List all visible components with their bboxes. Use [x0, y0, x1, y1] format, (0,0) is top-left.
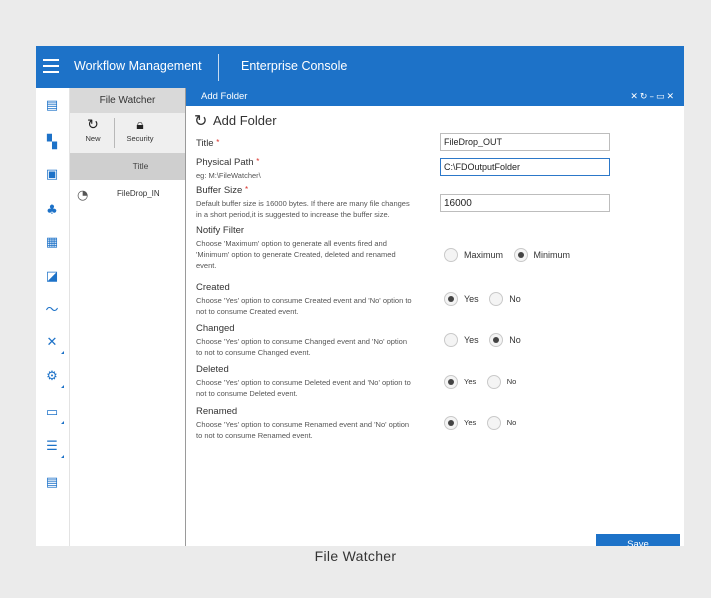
created-yes-radio[interactable]: Yes	[444, 292, 479, 306]
title-divider	[218, 54, 219, 81]
hamburger-menu-icon[interactable]	[43, 59, 59, 73]
inbox-icon[interactable]: ▭	[45, 406, 64, 424]
notify-filter-label: Notify Filter	[196, 225, 245, 236]
title-label: Title *	[196, 138, 220, 149]
form-title: Add Folder	[213, 113, 277, 128]
new-folder-icon: ↻	[87, 117, 99, 133]
file-watcher-panel: File Watcher ↻ New 🔒︎ Security Title ◔ F…	[70, 88, 186, 546]
add-folder-form: ↻ Add Folder Title * Physical Path * eg:…	[186, 106, 684, 546]
notify-maximum-radio[interactable]: Maximum	[444, 248, 503, 262]
notify-filter-hint: Choose 'Maximum' option to generate all …	[196, 239, 396, 270]
list-icon[interactable]: ▤	[45, 99, 59, 113]
pin-icon[interactable]: ✕	[630, 92, 640, 102]
sitemap-icon[interactable]: ♣	[45, 204, 59, 218]
lock-icon: 🔒︎	[136, 117, 144, 133]
add-folder-panel-title: Add Folder	[201, 91, 248, 102]
add-folder-icon: ↻	[194, 111, 208, 130]
created-hint: Choose 'Yes' option to consume Created e…	[196, 296, 412, 316]
created-no-radio[interactable]: No	[489, 292, 521, 306]
security-label: Security	[126, 134, 154, 143]
list-item[interactable]: ◔ FileDrop_IN	[70, 180, 185, 208]
buffer-size-label: Buffer Size *	[196, 185, 249, 196]
deleted-yes-radio[interactable]: Yes	[444, 375, 476, 389]
maximize-icon[interactable]: ▭	[656, 92, 667, 102]
renamed-yes-radio[interactable]: Yes	[444, 416, 476, 430]
save-button[interactable]: Save	[596, 534, 680, 546]
created-label: Created	[196, 282, 230, 293]
close-icon[interactable]: ✕	[666, 92, 676, 102]
list-item-title: FileDrop_IN	[117, 189, 160, 198]
add-folder-panel-header: Add Folder ✕↻–▭✕	[186, 88, 684, 106]
top-bar: Workflow Management Enterprise Console	[36, 46, 684, 88]
deleted-radio-group: Yes No	[444, 375, 524, 389]
file-watcher-toolbar: ↻ New 🔒︎ Security	[70, 113, 185, 153]
monitor-icon[interactable]: ▣	[45, 168, 59, 182]
title-input[interactable]	[440, 133, 610, 151]
app-window: Workflow Management Enterprise Console ▤…	[36, 46, 684, 546]
deleted-label: Deleted	[196, 364, 229, 375]
renamed-radio-group: Yes No	[444, 416, 524, 430]
changed-yes-radio[interactable]: Yes	[444, 333, 479, 347]
dashboard-icon[interactable]: ▚	[45, 136, 59, 150]
renamed-no-radio[interactable]: No	[486, 416, 516, 430]
figure-caption: File Watcher	[314, 548, 397, 564]
folder-watch-icon: ◔	[77, 188, 89, 203]
file-watcher-heading: File Watcher	[70, 88, 185, 113]
document-icon[interactable]: ▤	[45, 476, 59, 490]
toolbar-divider	[114, 118, 115, 148]
left-nav-rail: ▤ ▚ ▣ ♣ ▦ ◪ 〜 ✕ ⚙ ▭ ☰ ▤	[36, 88, 70, 546]
trend-icon[interactable]: 〜	[45, 304, 59, 318]
buffer-size-input[interactable]	[440, 194, 610, 212]
changed-radio-group: Yes No	[444, 333, 529, 347]
buffer-size-hint: Default buffer size is 16000 bytes. If t…	[196, 199, 410, 219]
notify-filter-radio-group: Maximum Minimum	[444, 248, 578, 262]
deleted-no-radio[interactable]: No	[486, 375, 516, 389]
console-title[interactable]: Enterprise Console	[241, 59, 347, 73]
renamed-hint: Choose 'Yes' option to consume Renamed e…	[196, 420, 410, 440]
window-controls: ✕↻–▭✕	[630, 88, 676, 106]
security-button[interactable]: 🔒︎ Security	[120, 117, 160, 143]
changed-label: Changed	[196, 323, 235, 334]
calendar-icon[interactable]: ▦	[45, 236, 59, 250]
refresh-icon[interactable]: ↻	[640, 92, 650, 102]
physical-path-example: eg: M:\FileWatcher\	[196, 171, 261, 180]
menu-list-icon[interactable]: ☰	[45, 440, 64, 458]
add-folder-panel: Add Folder ✕↻–▭✕ ↻ Add Folder Title * Ph…	[186, 88, 684, 546]
title-column-header[interactable]: Title	[70, 153, 185, 180]
physical-path-input[interactable]	[440, 158, 610, 176]
new-button[interactable]: ↻ New	[73, 117, 113, 143]
new-label: New	[85, 134, 101, 143]
report-icon[interactable]: ◪	[45, 270, 59, 284]
created-radio-group: Yes No	[444, 292, 529, 306]
physical-path-label: Physical Path *	[196, 157, 260, 168]
deleted-hint: Choose 'Yes' option to consume Deleted e…	[196, 378, 411, 398]
changed-no-radio[interactable]: No	[489, 333, 521, 347]
renamed-label: Renamed	[196, 406, 238, 417]
tools-icon[interactable]: ✕	[45, 336, 64, 354]
notify-minimum-radio[interactable]: Minimum	[513, 248, 570, 262]
changed-hint: Choose 'Yes' option to consume Changed e…	[196, 337, 408, 357]
settings-icon[interactable]: ⚙	[45, 370, 64, 388]
app-title[interactable]: Workflow Management	[74, 59, 202, 73]
